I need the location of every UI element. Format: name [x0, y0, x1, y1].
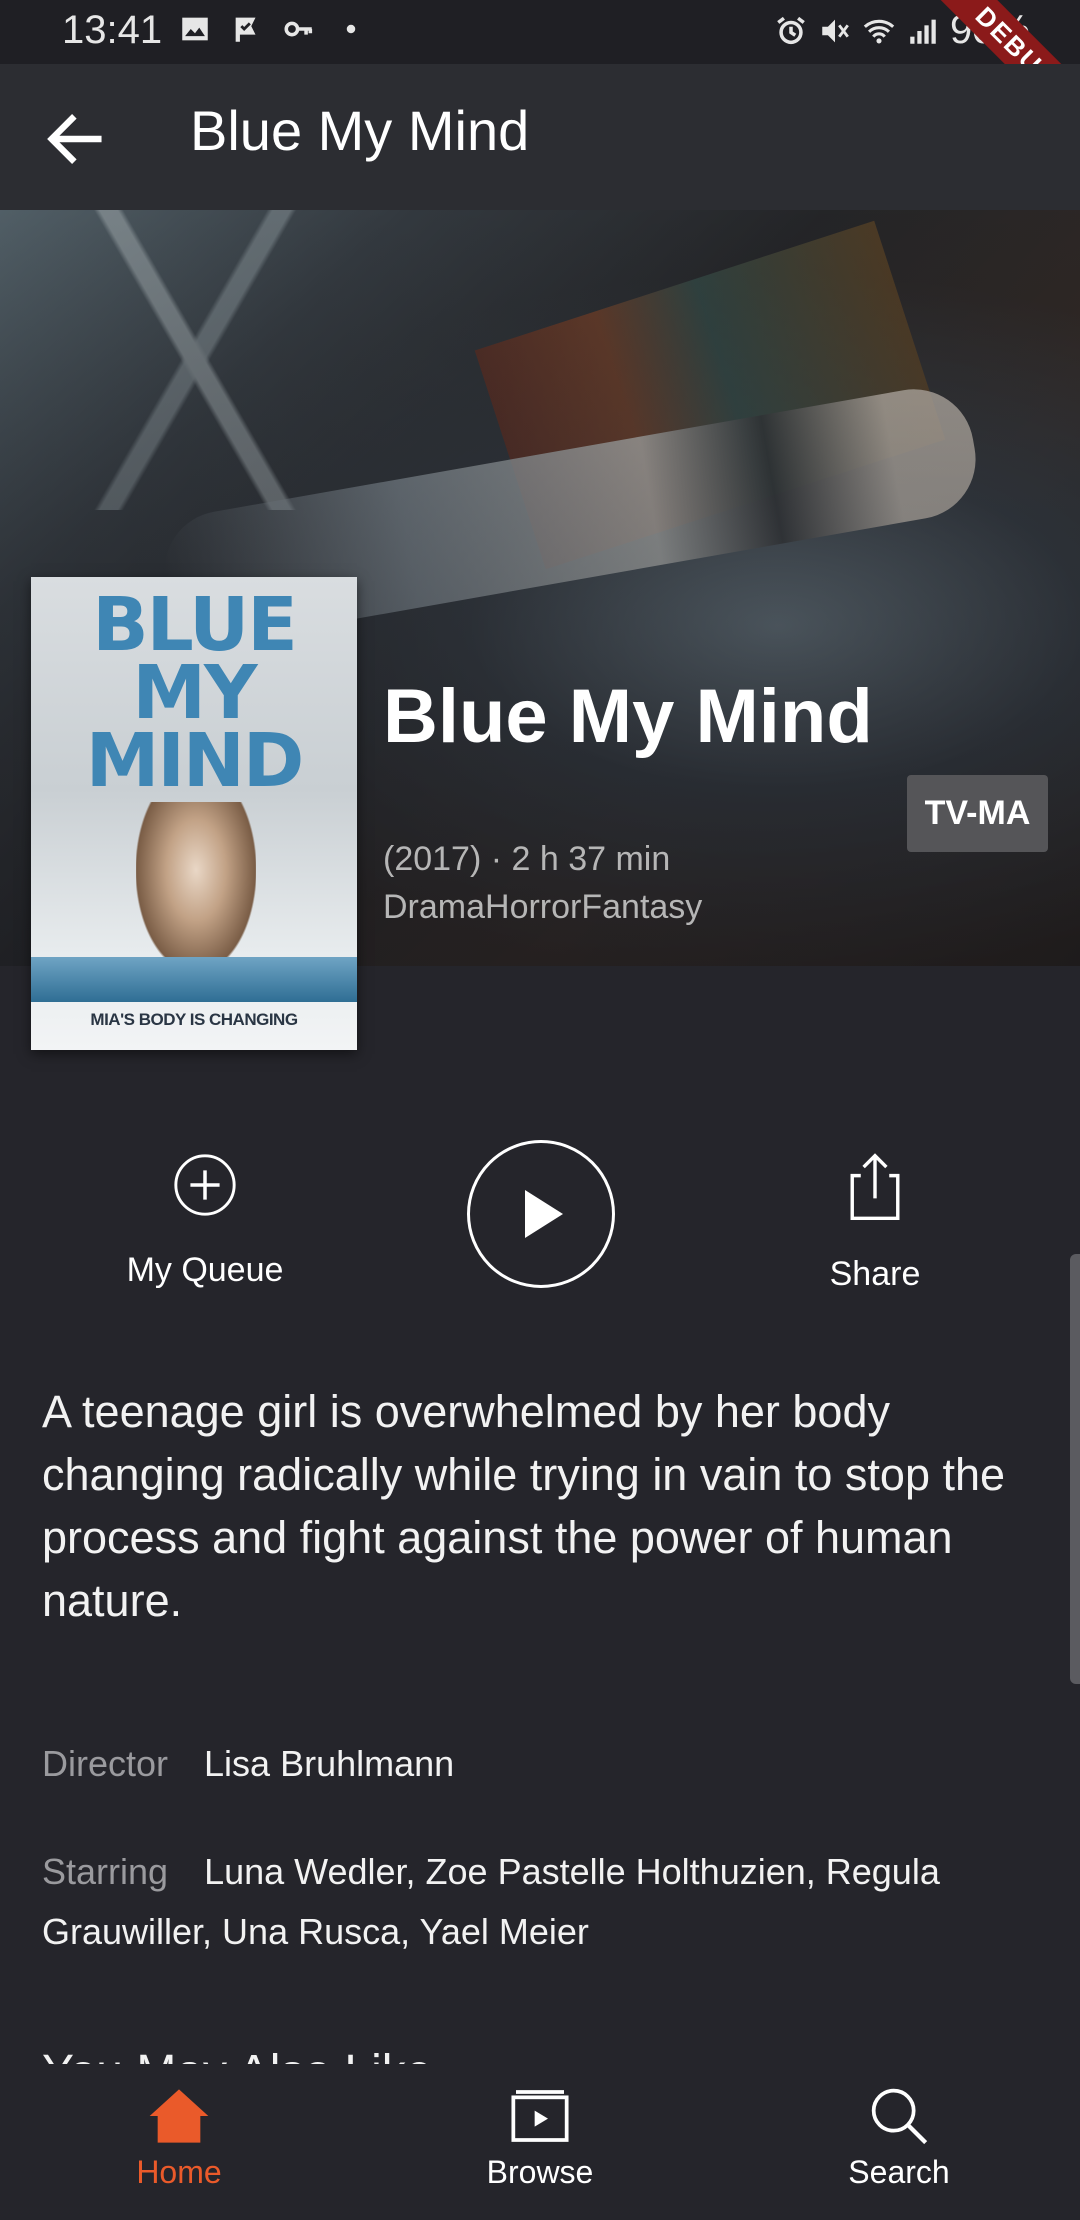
nav-search-label: Search [848, 2154, 950, 2190]
browse-icon [511, 2090, 569, 2142]
home-icon [149, 2089, 209, 2143]
play-icon [525, 1190, 563, 1238]
nav-search[interactable]: Search [799, 2084, 999, 2191]
share-icon [850, 1153, 900, 1221]
director-label: Director [42, 1743, 169, 1784]
app-bar: Blue My Mind [0, 64, 1080, 210]
movie-description: A teenage girl is overwhelmed by her bod… [42, 1386, 1006, 1626]
starring-label: Starring [42, 1851, 169, 1892]
back-arrow-icon[interactable] [40, 104, 110, 174]
play-button[interactable] [467, 1140, 615, 1288]
status-bar: 13:41 90% [0, 0, 1080, 64]
poster-title: BLUE MY MIND [85, 582, 305, 804]
page-title: Blue My Mind [190, 99, 530, 162]
movie-detail-screen: 13:41 90% DEBUG Blue My Mind BLUE [0, 0, 1080, 2220]
nav-browse[interactable]: Browse [440, 2084, 640, 2191]
alarm-icon [777, 16, 805, 44]
bottom-navigation: Home Browse Search [0, 2064, 1080, 2220]
my-queue-button[interactable]: My Queue [105, 1150, 305, 1290]
you-may-also-like-heading: You May Also Like [42, 2030, 432, 2064]
mute-icon [822, 19, 849, 42]
movie-title: Blue My Mind [383, 674, 873, 759]
dot-icon [346, 24, 356, 34]
my-queue-label: My Queue [126, 1251, 284, 1289]
search-icon [871, 2088, 928, 2145]
nav-home[interactable]: Home [79, 2084, 279, 2191]
director-name: Lisa Bruhlmann [204, 1743, 455, 1784]
director-row: Director Lisa Bruhlmann [42, 1734, 1042, 1794]
key-icon [284, 21, 313, 37]
status-time: 13:41 [62, 8, 163, 52]
share-label: Share [829, 1255, 921, 1293]
check-flag-icon [235, 17, 256, 42]
scrollbar[interactable] [1070, 1254, 1080, 1684]
notification-icons [178, 12, 368, 46]
movie-poster: BLUE MY MIND MIA'S BODY IS CHANGING [31, 577, 357, 1050]
starring-row: Starring Luna Wedler, Zoe Pastelle Holthu… [42, 1842, 1042, 1962]
wifi-icon [863, 19, 895, 43]
add-circle-icon [174, 1154, 236, 1216]
movie-genres: DramaHorrorFantasy [383, 888, 703, 926]
starring-names: Luna Wedler, Zoe Pastelle Holthuzien, Re… [42, 1851, 940, 1952]
rating-badge: TV-MA [907, 775, 1048, 852]
signal-icon [910, 19, 936, 44]
gallery-icon [182, 17, 208, 41]
share-button[interactable]: Share [775, 1150, 975, 1294]
poster-tagline: MIA'S BODY IS CHANGING [90, 1010, 298, 1029]
nav-browse-label: Browse [486, 2154, 594, 2190]
movie-year-duration: (2017) · 2 h 37 min [383, 840, 671, 878]
nav-home-label: Home [136, 2154, 222, 2190]
